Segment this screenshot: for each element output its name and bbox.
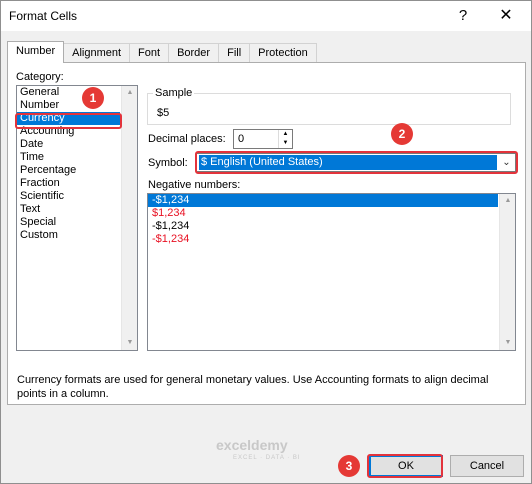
format-cells-dialog: Format Cells ? ✕ Number Alignment Font B… bbox=[0, 0, 532, 484]
title-bar: Format Cells ? ✕ bbox=[1, 1, 531, 31]
category-item-percentage[interactable]: Percentage bbox=[17, 164, 120, 177]
negative-format-item[interactable]: -$1,234 bbox=[148, 233, 498, 246]
dialog-title: Format Cells bbox=[9, 9, 78, 23]
negative-numbers-list[interactable]: -$1,234 $1,234 -$1,234 -$1,234 ▲ ▼ bbox=[147, 193, 516, 351]
highlight-symbol bbox=[195, 151, 518, 174]
decimal-places-label: Decimal places: bbox=[148, 133, 226, 145]
category-item-text[interactable]: Text bbox=[17, 203, 120, 216]
cancel-button[interactable]: Cancel bbox=[450, 455, 524, 477]
category-item-general[interactable]: General bbox=[17, 86, 120, 99]
category-item-scientific[interactable]: Scientific bbox=[17, 190, 120, 203]
step-badge-1: 1 bbox=[82, 87, 104, 109]
help-button[interactable]: ? bbox=[452, 5, 474, 27]
step-badge-2: 2 bbox=[391, 123, 413, 145]
tab-protection[interactable]: Protection bbox=[249, 43, 317, 63]
negative-format-item[interactable]: -$1,234 bbox=[148, 220, 498, 233]
close-button[interactable]: ✕ bbox=[495, 5, 517, 27]
highlight-currency bbox=[15, 113, 122, 129]
sample-label: Sample bbox=[153, 87, 195, 99]
scroll-down-icon[interactable]: ▼ bbox=[500, 336, 516, 350]
tab-number[interactable]: Number bbox=[7, 41, 65, 63]
scroll-up-icon[interactable]: ▲ bbox=[122, 86, 138, 100]
scroll-up-icon[interactable]: ▲ bbox=[500, 194, 516, 208]
tab-font[interactable]: Font bbox=[129, 43, 170, 63]
negative-numbers-label: Negative numbers: bbox=[148, 179, 241, 191]
category-item-fraction[interactable]: Fraction bbox=[17, 177, 120, 190]
tab-alignment[interactable]: Alignment bbox=[63, 43, 131, 63]
category-item-date[interactable]: Date bbox=[17, 138, 120, 151]
watermark-tagline: EXCEL · DATA · BI bbox=[233, 455, 301, 461]
category-item-time[interactable]: Time bbox=[17, 151, 120, 164]
sample-value: $5 bbox=[157, 107, 170, 119]
symbol-label: Symbol: bbox=[148, 157, 188, 169]
step-badge-3: 3 bbox=[338, 455, 360, 477]
spin-up-icon[interactable]: ▲ bbox=[279, 130, 292, 139]
watermark-logo: exceldemy bbox=[216, 437, 288, 453]
spinner-buttons: ▲ ▼ bbox=[278, 130, 292, 148]
tab-border[interactable]: Border bbox=[168, 43, 220, 63]
tab-strip: Number Alignment Font Border Fill Protec… bbox=[7, 41, 317, 63]
decimal-places-spinner[interactable]: 0 ▲ ▼ bbox=[233, 129, 293, 149]
tab-fill[interactable]: Fill bbox=[218, 43, 251, 63]
sample-group bbox=[147, 93, 511, 125]
highlight-ok bbox=[367, 454, 443, 478]
category-label: Category: bbox=[16, 71, 64, 83]
category-item-number[interactable]: Number bbox=[17, 99, 120, 112]
format-description: Currency formats are used for general mo… bbox=[17, 374, 489, 400]
negative-format-item[interactable]: -$1,234 bbox=[148, 194, 498, 207]
negative-format-item[interactable]: $1,234 bbox=[148, 207, 498, 220]
category-item-special[interactable]: Special bbox=[17, 216, 120, 229]
negative-numbers-scrollbar[interactable]: ▲ ▼ bbox=[499, 194, 515, 350]
scroll-down-icon[interactable]: ▼ bbox=[122, 336, 138, 350]
category-scrollbar[interactable]: ▲ ▼ bbox=[121, 86, 137, 350]
decimal-places-value[interactable]: 0 bbox=[238, 133, 244, 145]
spin-down-icon[interactable]: ▼ bbox=[279, 139, 292, 148]
category-item-custom[interactable]: Custom bbox=[17, 229, 120, 242]
